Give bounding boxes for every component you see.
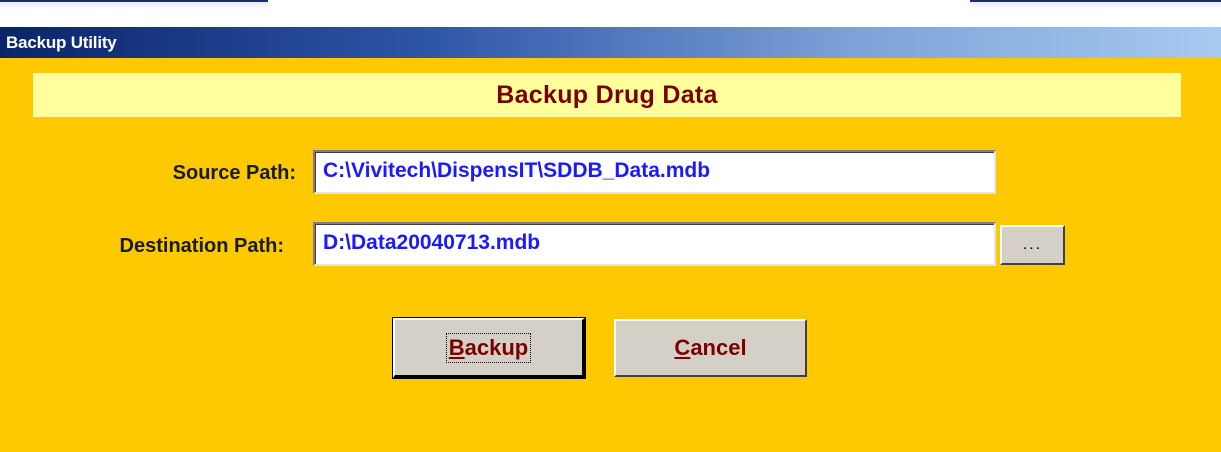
destination-path-label: Destination Path: [119, 235, 284, 257]
source-path-field[interactable]: C:\Vivitech\DispensIT\SDDB_Data.mdb [313, 150, 996, 194]
form-heading: Backup Drug Data [496, 80, 718, 109]
cancel-label: ancel [690, 335, 747, 360]
cancel-mnemonic: C [674, 335, 691, 360]
backup-label: ackup [464, 334, 529, 360]
backup-mnemonic: B [448, 334, 465, 360]
backup-button[interactable]: Backup [392, 317, 586, 379]
form-body: Backup Drug Data Source Path: C:\Vivitec… [0, 58, 1221, 452]
destination-path-field[interactable]: D:\Data20040713.mdb [313, 222, 996, 266]
title-bar[interactable]: Backup Utility [0, 27, 1221, 58]
source-path-label: Source Path: [172, 162, 296, 184]
background-window-edge [0, 0, 1221, 27]
backup-focus-rect: Backup [445, 332, 532, 363]
backup-utility-window: Backup Utility Backup Drug Data Source P… [0, 27, 1221, 452]
cancel-button[interactable]: Cancel [614, 319, 807, 377]
background-window-right [970, 0, 1221, 10]
window-title: Backup Utility [6, 32, 117, 52]
browse-button[interactable]: ... [1000, 225, 1065, 265]
background-window-left [0, 0, 268, 10]
heading-band: Backup Drug Data [33, 73, 1181, 117]
